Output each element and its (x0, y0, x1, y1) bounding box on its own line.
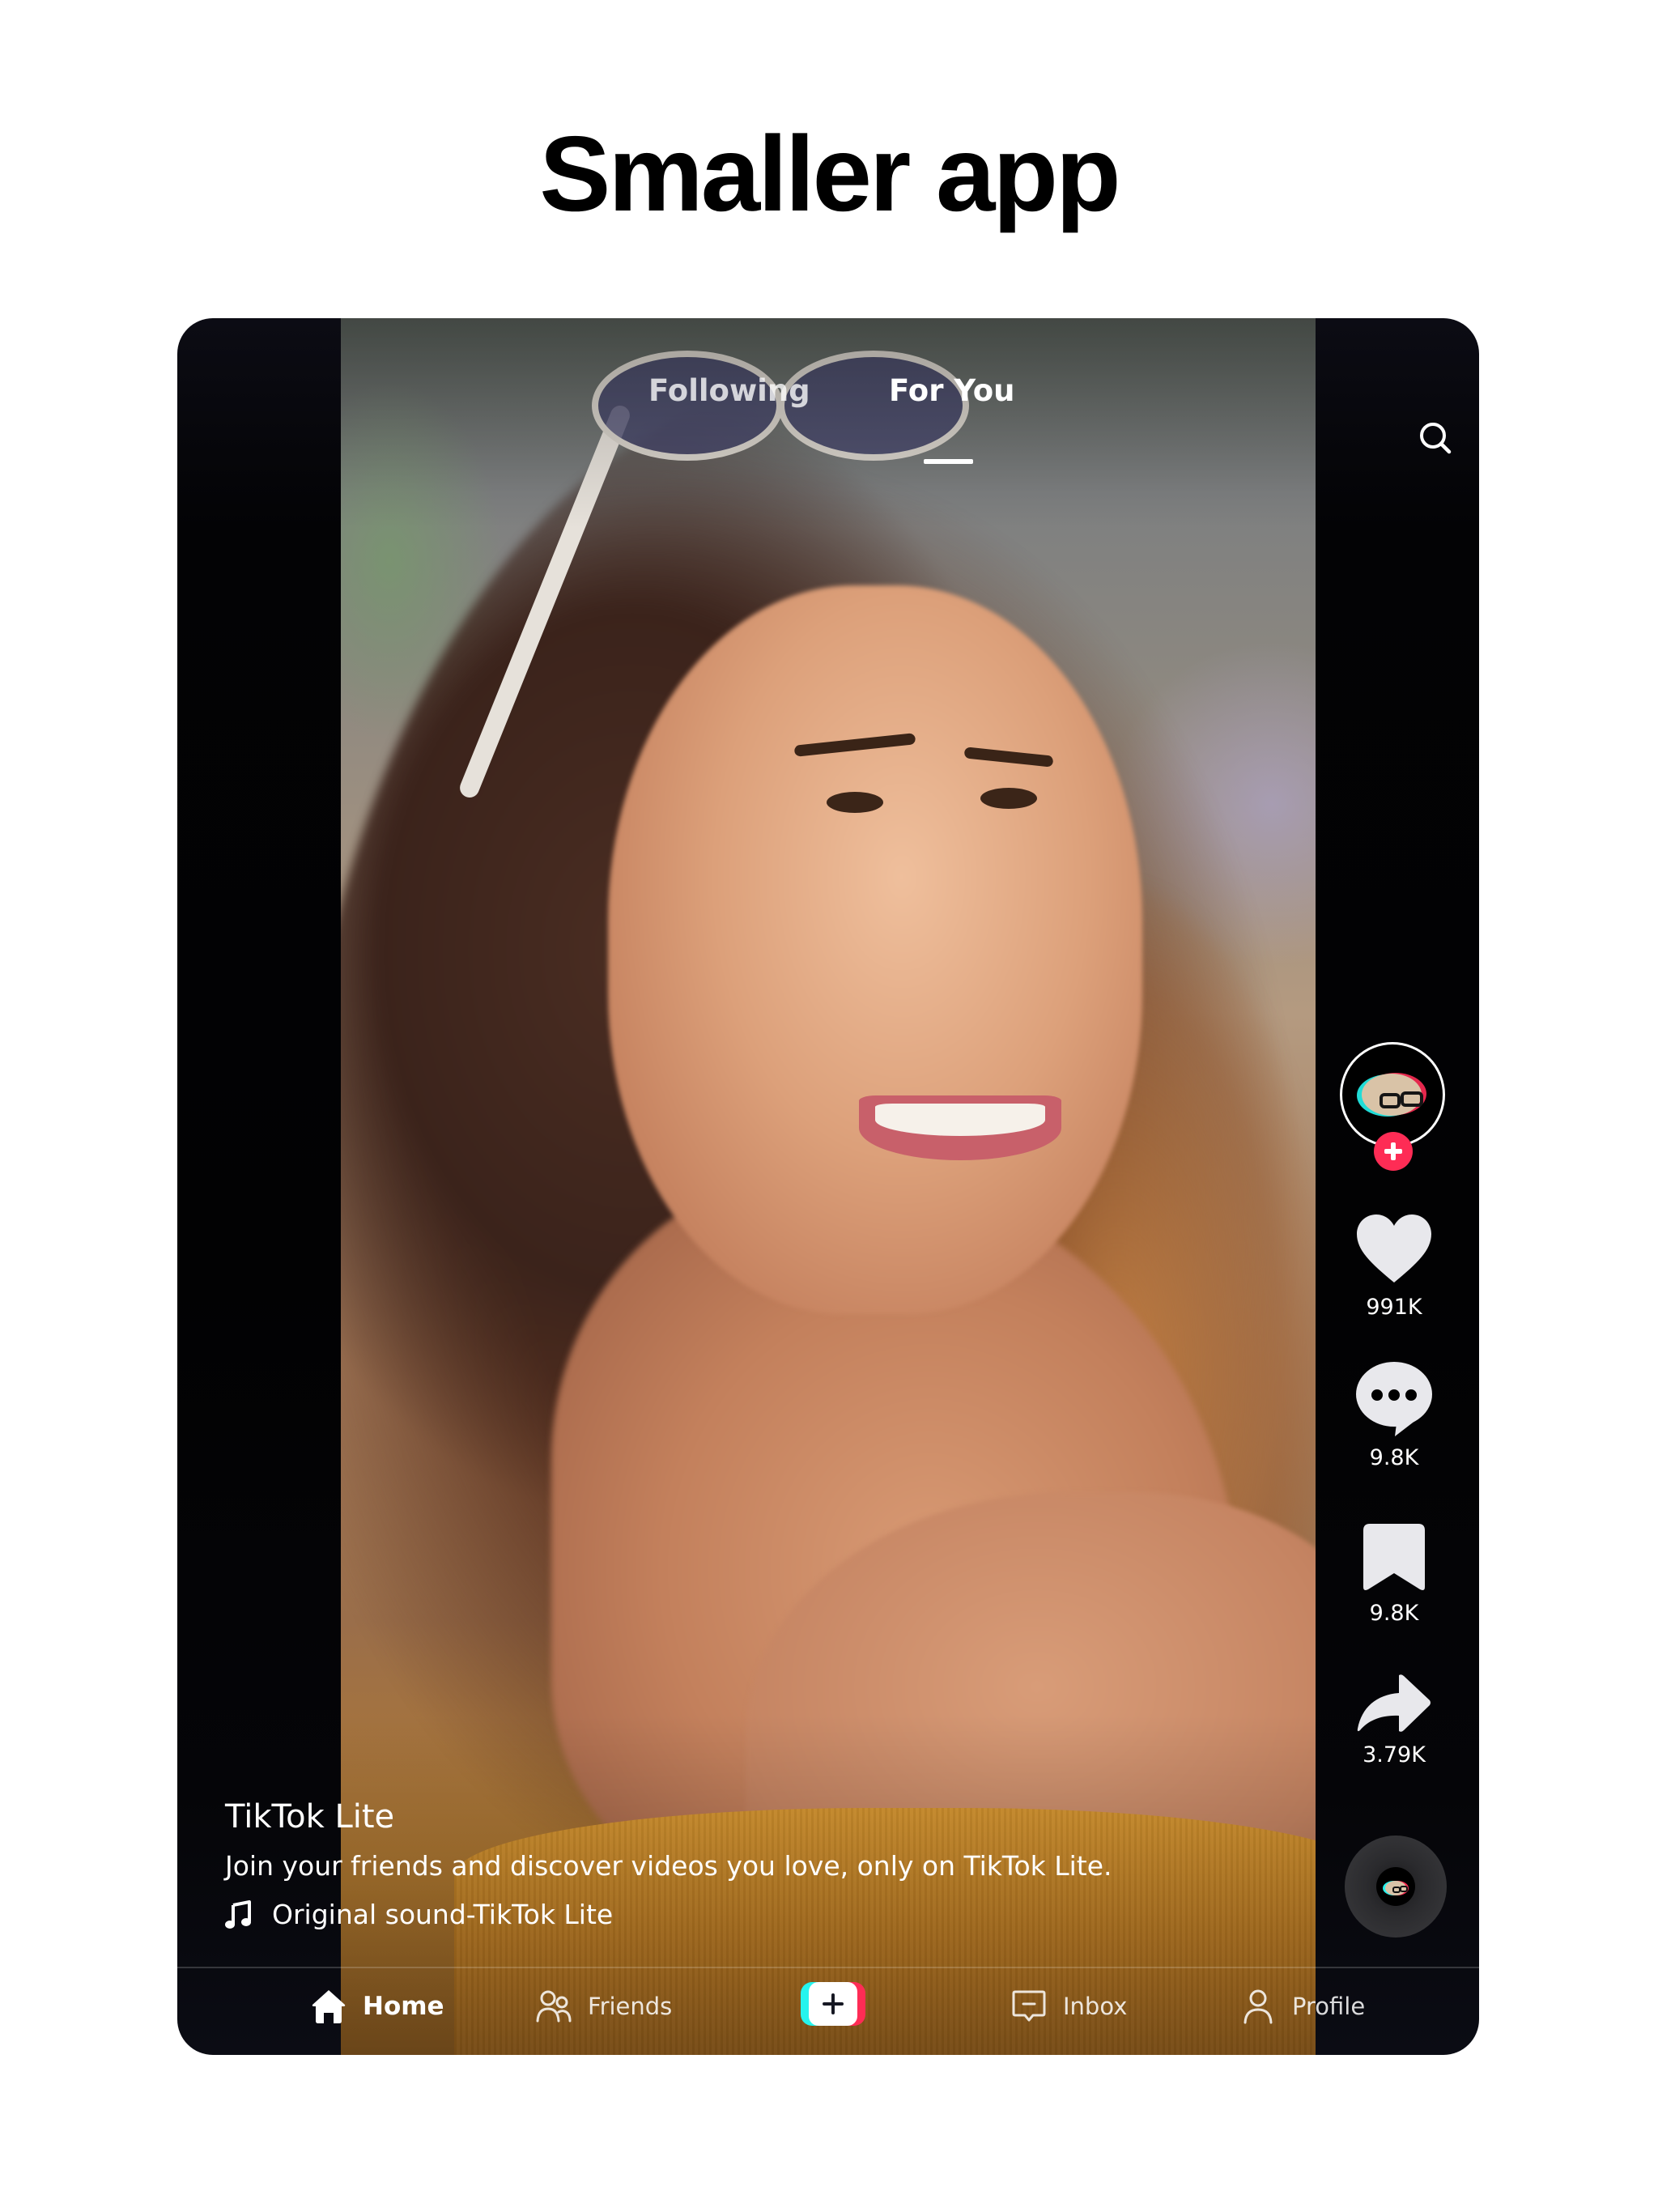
bookmark-icon (1363, 1524, 1425, 1590)
like-button[interactable]: 991K (1340, 1213, 1448, 1321)
favorite-count: 9.8K (1369, 1601, 1419, 1626)
nav-profile[interactable]: Profile (1240, 1986, 1365, 2027)
music-disc-icon (1376, 1867, 1415, 1906)
share-arrow-icon (1357, 1674, 1431, 1732)
active-tab-indicator (924, 459, 973, 464)
bottom-nav: Home Friends Inbox Profile (177, 1968, 1479, 2055)
follow-button[interactable] (1374, 1132, 1413, 1171)
avatar-image-icon (1357, 1073, 1426, 1117)
nav-friends-label: Friends (588, 1993, 673, 2020)
nav-inbox[interactable]: Inbox (1011, 1986, 1127, 2027)
comment-button[interactable]: 9.8K (1340, 1360, 1448, 1472)
music-note-icon (225, 1900, 251, 1929)
nav-friends[interactable]: Friends (536, 1986, 672, 2027)
heart-icon (1357, 1214, 1431, 1283)
tab-for-you[interactable]: For You (889, 367, 1014, 415)
nav-home[interactable]: Home (311, 1986, 444, 2027)
create-plus-icon (809, 1982, 857, 2026)
favorite-button[interactable]: 9.8K (1340, 1524, 1448, 1627)
nav-home-label: Home (363, 1992, 444, 2021)
author-name[interactable]: TikTok Lite (225, 1797, 1278, 1837)
tab-following[interactable]: Following (648, 367, 810, 415)
share-count: 3.79K (1363, 1742, 1426, 1767)
home-icon (312, 1990, 346, 2023)
video-caption: TikTok Lite Join your friends and discov… (225, 1797, 1278, 1934)
comment-count: 9.8K (1369, 1445, 1419, 1470)
feed-tabs: Following For You (177, 367, 1479, 464)
comment-icon (1356, 1362, 1432, 1436)
promo-headline: Smaller app (539, 114, 1120, 233)
video-teeth (875, 1104, 1045, 1136)
create-button[interactable] (801, 1982, 865, 2026)
video-eye-right (980, 788, 1037, 809)
share-button[interactable]: 3.79K (1340, 1674, 1448, 1769)
sound-name: Original sound-TikTok Lite (272, 1899, 614, 1930)
app-screen: Following For You 991K 9.8K 9.8K 3.79K T… (177, 318, 1479, 2055)
like-count: 991K (1366, 1295, 1422, 1320)
video-description: Join your friends and discover videos yo… (225, 1850, 1112, 1882)
video-face (608, 585, 1142, 1314)
sound-disc[interactable] (1345, 1836, 1447, 1938)
video-player[interactable] (341, 318, 1316, 2055)
inbox-icon (1012, 1990, 1046, 2022)
disc-avatar-icon (1383, 1881, 1409, 1895)
video-top-shade (341, 318, 1316, 529)
nav-profile-label: Profile (1292, 1993, 1366, 2020)
friends-icon (536, 1990, 572, 2023)
profile-icon (1244, 1989, 1273, 2024)
video-eye-left (827, 792, 883, 813)
nav-inbox-label: Inbox (1063, 1993, 1128, 2020)
sound-link[interactable]: Original sound-TikTok Lite (225, 1895, 1278, 1934)
action-rail: 991K 9.8K 9.8K 3.79K (1340, 318, 1448, 2055)
